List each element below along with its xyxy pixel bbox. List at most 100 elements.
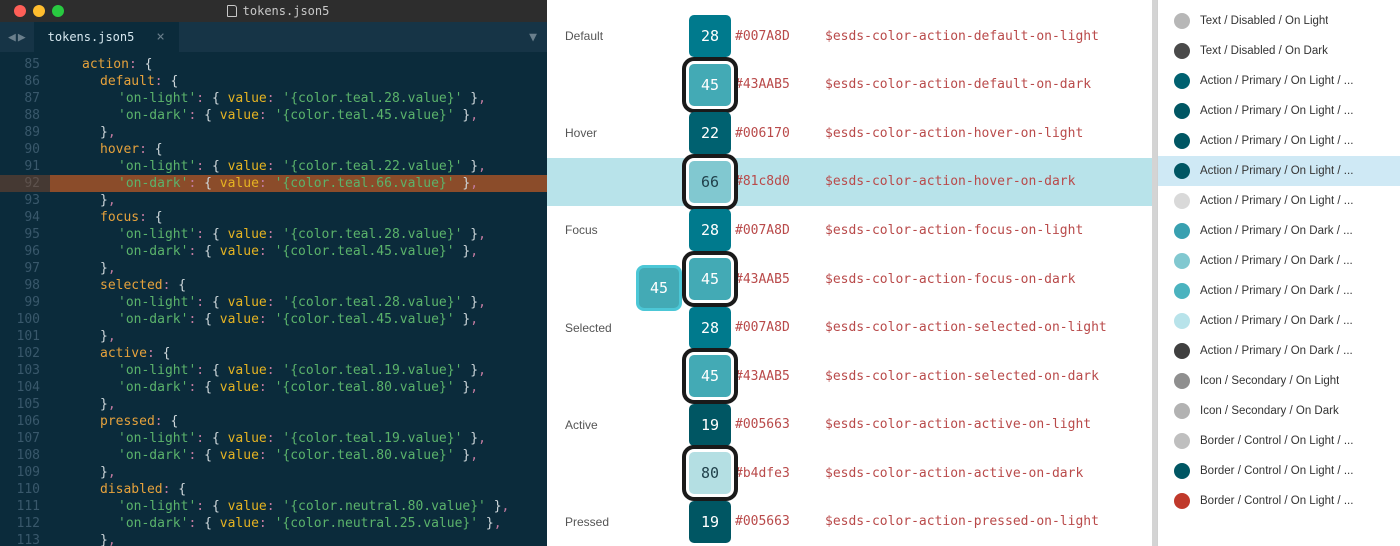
code-line[interactable]: 'on-dark': { value: '{color.teal.80.valu… (50, 379, 547, 396)
layer-item[interactable]: Icon / Secondary / On Dark (1158, 396, 1400, 426)
layer-label: Action / Primary / On Dark / ... (1200, 345, 1353, 357)
code-line[interactable]: selected: { (50, 277, 547, 294)
hex-value: #007A8D (735, 223, 825, 238)
code-line[interactable]: hover: { (50, 141, 547, 158)
layer-label: Action / Primary / On Dark / ... (1200, 285, 1353, 297)
layer-item[interactable]: Action / Primary / On Dark / ... (1158, 276, 1400, 306)
code-line[interactable]: focus: { (50, 209, 547, 226)
color-swatch[interactable]: 66 (689, 161, 731, 203)
token-row[interactable]: 66#81c8d0$esds-color-action-hover-on-dar… (547, 158, 1152, 207)
layer-color-icon (1174, 103, 1190, 119)
code-line[interactable]: disabled: { (50, 481, 547, 498)
layer-item[interactable]: Text / Disabled / On Light (1158, 6, 1400, 36)
code-area[interactable]: action: {default: {'on-light': { value: … (50, 52, 547, 546)
layer-label: Border / Control / On Light / ... (1200, 465, 1353, 477)
token-name: $esds-color-action-active-on-light (825, 417, 1091, 432)
color-swatch[interactable]: 28 (689, 209, 731, 251)
code-line[interactable]: 'on-dark': { value: '{color.teal.45.valu… (50, 311, 547, 328)
layer-item[interactable]: Action / Primary / On Light / ... (1158, 186, 1400, 216)
code-line[interactable]: 'on-light': { value: '{color.teal.19.val… (50, 430, 547, 447)
dragging-swatch[interactable]: 45 (639, 268, 679, 308)
layer-label: Action / Primary / On Light / ... (1200, 105, 1353, 117)
code-line[interactable]: 'on-dark': { value: '{color.teal.80.valu… (50, 447, 547, 464)
color-swatch[interactable]: 80 (689, 452, 731, 494)
code-line[interactable]: default: { (50, 73, 547, 90)
code-line[interactable]: 'on-light': { value: '{color.teal.28.val… (50, 226, 547, 243)
layer-color-icon (1174, 373, 1190, 389)
code-line[interactable]: }, (50, 124, 547, 141)
layer-label: Icon / Secondary / On Light (1200, 375, 1339, 387)
layer-label: Action / Primary / On Light / ... (1200, 165, 1353, 177)
editor-tab[interactable]: tokens.json5 × (34, 22, 180, 52)
token-row[interactable]: Hover22#006170$esds-color-action-hover-o… (565, 109, 1130, 158)
layer-item[interactable]: Action / Primary / On Light / ... (1158, 96, 1400, 126)
token-row[interactable]: Default28#007A8D$esds-color-action-defau… (565, 12, 1130, 61)
layer-item[interactable]: Text / Disabled / On Dark (1158, 36, 1400, 66)
token-name: $esds-color-action-default-on-light (825, 29, 1099, 44)
code-line[interactable]: 'on-dark': { value: '{color.neutral.25.v… (50, 515, 547, 532)
code-line[interactable]: 'on-light': { value: '{color.teal.22.val… (50, 158, 547, 175)
code-line[interactable]: 'on-dark': { value: '{color.teal.45.valu… (50, 243, 547, 260)
token-row[interactable]: 45#43AAB5$esds-color-action-selected-on-… (565, 352, 1130, 401)
code-line[interactable]: active: { (50, 345, 547, 362)
layer-item[interactable]: Action / Primary / On Light / ... (1158, 156, 1400, 186)
code-line[interactable]: pressed: { (50, 413, 547, 430)
tab-dropdown-icon[interactable]: ▼ (519, 22, 547, 52)
color-swatch[interactable]: 28 (689, 307, 731, 349)
token-row[interactable]: Focus28#007A8D$esds-color-action-focus-o… (565, 206, 1130, 255)
code-line[interactable]: action: { (50, 56, 547, 73)
code-line[interactable]: 'on-light': { value: '{color.teal.28.val… (50, 90, 547, 107)
nav-back-icon[interactable]: ◀ (8, 30, 16, 45)
token-name: $esds-color-action-focus-on-dark (825, 272, 1075, 287)
color-swatch[interactable]: 22 (689, 112, 731, 154)
token-name: $esds-color-action-pressed-on-light (825, 514, 1099, 529)
layer-item[interactable]: Border / Control / On Light / ... (1158, 426, 1400, 456)
color-swatch[interactable]: 19 (689, 404, 731, 446)
color-swatch[interactable]: 19 (689, 501, 731, 543)
layer-color-icon (1174, 283, 1190, 299)
code-line[interactable]: 'on-light': { value: '{color.teal.28.val… (50, 294, 547, 311)
layer-color-icon (1174, 433, 1190, 449)
layer-item[interactable]: Action / Primary / On Light / ... (1158, 66, 1400, 96)
code-line[interactable]: 'on-dark': { value: '{color.teal.66.valu… (50, 175, 547, 192)
layer-item[interactable]: Action / Primary / On Dark / ... (1158, 216, 1400, 246)
code-line[interactable]: 'on-light': { value: '{color.teal.19.val… (50, 362, 547, 379)
window-zoom-icon[interactable] (52, 5, 64, 17)
layer-color-icon (1174, 43, 1190, 59)
layer-color-icon (1174, 463, 1190, 479)
token-row[interactable]: 80#b4dfe3$esds-color-action-active-on-da… (565, 449, 1130, 498)
token-row[interactable]: Selected28#007A8D$esds-color-action-sele… (565, 303, 1130, 352)
token-row[interactable]: Active19#005663$esds-color-action-active… (565, 400, 1130, 449)
code-line[interactable]: }, (50, 464, 547, 481)
layer-item[interactable]: Action / Primary / On Dark / ... (1158, 306, 1400, 336)
code-line[interactable]: }, (50, 396, 547, 413)
layer-item[interactable]: Action / Primary / On Dark / ... (1158, 336, 1400, 366)
layer-item[interactable]: Border / Control / On Light / ... (1158, 456, 1400, 486)
layer-item[interactable]: Action / Primary / On Light / ... (1158, 126, 1400, 156)
code-line[interactable]: }, (50, 192, 547, 209)
editor-tab-label: tokens.json5 (48, 30, 135, 44)
window-titlebar[interactable]: tokens.json5 (0, 0, 547, 22)
code-line[interactable]: }, (50, 328, 547, 345)
layer-item[interactable]: Icon / Secondary / On Light (1158, 366, 1400, 396)
layer-item[interactable]: Action / Primary / On Dark / ... (1158, 246, 1400, 276)
layer-color-icon (1174, 343, 1190, 359)
color-swatch[interactable]: 45 (689, 64, 731, 106)
window-close-icon[interactable] (14, 5, 26, 17)
code-line[interactable]: }, (50, 532, 547, 546)
code-line[interactable]: }, (50, 260, 547, 277)
token-name: $esds-color-action-hover-on-light (825, 126, 1083, 141)
token-row[interactable]: 45 #43AAB5$esds-color-action-focus-on-dar… (565, 255, 1130, 304)
layer-item[interactable]: Border / Control / On Light / ... (1158, 486, 1400, 516)
code-line[interactable]: 'on-dark': { value: '{color.teal.45.valu… (50, 107, 547, 124)
token-row[interactable]: Pressed19#005663$esds-color-action-press… (565, 497, 1130, 546)
color-swatch[interactable]: 45 (689, 355, 731, 397)
nav-forward-icon[interactable]: ▶ (18, 30, 26, 45)
close-icon[interactable]: × (156, 29, 164, 45)
token-row[interactable]: 45#43AAB5$esds-color-action-default-on-d… (565, 61, 1130, 110)
window-minimize-icon[interactable] (33, 5, 45, 17)
color-swatch[interactable]: 45 (689, 258, 731, 300)
hex-value: #43AAB5 (735, 272, 825, 287)
color-swatch[interactable]: 28 (689, 15, 731, 57)
code-line[interactable]: 'on-light': { value: '{color.neutral.80.… (50, 498, 547, 515)
